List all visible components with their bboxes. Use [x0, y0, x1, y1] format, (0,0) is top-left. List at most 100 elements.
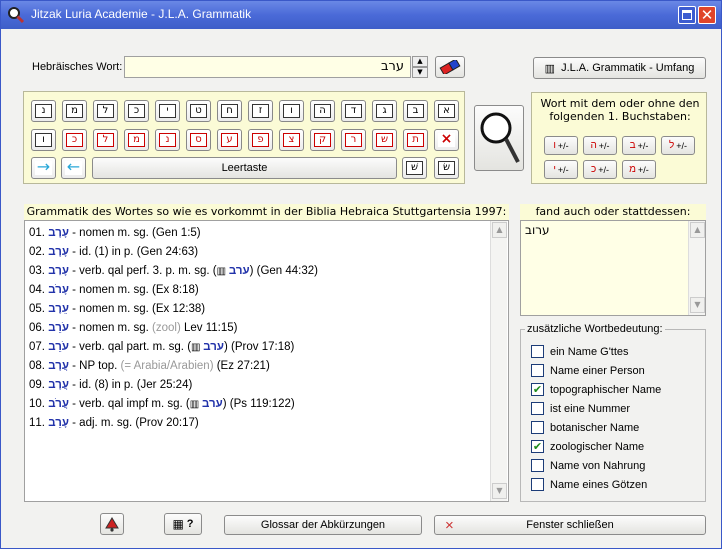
hebrew-word-label: Hebräisches Wort:	[32, 61, 123, 73]
key-letter[interactable]: ח	[217, 100, 242, 122]
result-row[interactable]: 05. עֵרֶב - nomen m. sg. (Ex 12:38)	[29, 300, 479, 319]
key-letter[interactable]: ל	[93, 100, 118, 122]
result-row[interactable]: 11. עָרֵב - adj. m. sg. (Prov 20:17)	[29, 414, 479, 433]
alternatives-box[interactable]: ערוב ▲ ▼	[520, 220, 706, 316]
results-scrollbar[interactable]: ▲ ▼	[490, 221, 507, 501]
key-glyph: ג	[376, 104, 393, 118]
key-letter[interactable]: ג	[372, 100, 397, 122]
key-letter[interactable]: ק	[310, 129, 335, 151]
key-letter[interactable]: פ	[248, 129, 273, 151]
key-glyph: ל	[97, 104, 114, 118]
key-letter[interactable]: ה	[310, 100, 335, 122]
key-letter[interactable]: נ	[155, 129, 180, 151]
grammar-scope-button[interactable]: ▥ J.L.A. Grammatik - Umfang	[533, 57, 706, 79]
key-letter[interactable]: ת	[403, 129, 428, 151]
key-letter[interactable]: ר	[341, 129, 366, 151]
checkbox-box[interactable]	[531, 364, 544, 377]
glossary-button[interactable]: Glossar der Abkürzungen	[224, 515, 422, 535]
key-letter[interactable]: י	[155, 100, 180, 122]
arrow-right-key[interactable]: →	[31, 157, 56, 179]
checkbox-box[interactable]	[531, 402, 544, 415]
result-row[interactable]: 10. עֲרֹב - verb. qal impf m. sg. (▥ ערב…	[29, 395, 479, 414]
checkmark-icon[interactable]: ✔	[531, 440, 544, 453]
result-number: 04.	[29, 284, 49, 296]
scroll-down-icon[interactable]: ▼	[690, 297, 705, 313]
key-letter[interactable]: ד	[341, 100, 366, 122]
hebrew-keyboard: אבגדהוזחטיכלמנ ו כ ל מ נ ס ע פ צ ק ר ש ת × → ← Leerta…	[23, 91, 465, 184]
meaning-checkbox[interactable]: ✔ zoologischer Name	[531, 439, 644, 454]
key-letter[interactable]: כ	[62, 129, 87, 151]
result-row[interactable]: 01. עָרָב - nomen m. sg. (Gen 1:5)	[29, 224, 479, 243]
key-letter[interactable]: ב	[403, 100, 428, 122]
key-shin-right[interactable]: שׂ	[434, 157, 459, 179]
first-letter-toggle[interactable]: י +/-	[544, 160, 578, 179]
clear-word-button[interactable]	[435, 56, 465, 78]
meaning-label: ein Name G'ttes	[550, 345, 629, 358]
meaning-checkbox[interactable]: ist eine Nummer	[531, 401, 630, 416]
key-glyph: ו	[283, 104, 300, 118]
key-letter[interactable]: ס	[186, 129, 211, 151]
spin-up-icon[interactable]: ▲	[412, 56, 428, 67]
key-letter[interactable]: ע	[217, 129, 242, 151]
hebrew-word-input[interactable]: ערב	[124, 56, 411, 78]
alternatives-scrollbar[interactable]: ▲ ▼	[688, 221, 705, 315]
scroll-up-icon[interactable]: ▲	[492, 222, 507, 238]
meaning-checkbox[interactable]: Name von Nahrung	[531, 458, 645, 473]
spin-down-icon[interactable]: ▼	[412, 67, 428, 78]
result-row[interactable]: 08. עֲרָב - NP top. (= Arabia/Arabien) (…	[29, 357, 479, 376]
scroll-down-icon[interactable]: ▼	[492, 483, 507, 499]
result-row[interactable]: 02. עָרָב - id. (1) in p. (Gen 24:63)	[29, 243, 479, 262]
key-letter[interactable]: מ	[62, 100, 87, 122]
meaning-checkbox[interactable]: Name einer Person	[531, 363, 645, 378]
result-row[interactable]: 09. עֲרָב - id. (8) in p. (Jer 25:24)	[29, 376, 479, 395]
close-window-button[interactable]: × Fenster schließen	[434, 515, 706, 535]
search-button[interactable]	[474, 105, 524, 171]
key-letter[interactable]: נ	[31, 100, 56, 122]
first-letter-toggle[interactable]: ב +/-	[622, 136, 656, 155]
key-letter[interactable]: ט	[186, 100, 211, 122]
key-letter[interactable]: כ	[124, 100, 149, 122]
first-letter-toggle[interactable]: ו +/-	[544, 136, 578, 155]
arrow-left-key[interactable]: ←	[61, 157, 86, 179]
checkbox-box[interactable]	[531, 478, 544, 491]
key-letter[interactable]: ז	[248, 100, 273, 122]
word-spinner[interactable]: ▲ ▼	[412, 56, 428, 78]
meaning-checkbox[interactable]: Name eines Götzen	[531, 477, 647, 492]
checkbox-box[interactable]	[531, 421, 544, 434]
first-letter-toggle[interactable]: מ +/-	[622, 160, 656, 179]
first-letter-glyph: ל	[668, 140, 675, 151]
key-letter[interactable]: א	[434, 100, 459, 122]
meaning-checkbox[interactable]: ✔ topographischer Name	[531, 382, 661, 397]
checkmark-icon[interactable]: ✔	[531, 383, 544, 396]
first-letter-toggle[interactable]: ל +/-	[661, 136, 695, 155]
title-bar[interactable]: Jitzak Luria Academie - J.L.A. Grammatik…	[1, 1, 721, 29]
result-row[interactable]: 03. עָרַב - verb. qal perf. 3. p. m. sg.…	[29, 262, 479, 281]
key-letter[interactable]: ו	[31, 129, 56, 151]
key-glyph: י	[159, 104, 176, 118]
key-letter[interactable]: ו	[279, 100, 304, 122]
checkbox-box[interactable]	[531, 459, 544, 472]
delete-key[interactable]: ×	[434, 129, 459, 151]
space-key[interactable]: Leertaste	[92, 157, 397, 179]
scroll-up-icon[interactable]: ▲	[690, 222, 705, 238]
result-row[interactable]: 07. עֹרֵב - verb. qal part. m. sg. (▥ ער…	[29, 338, 479, 357]
result-reference: ) (Prov 17:18)	[224, 341, 295, 353]
help-button[interactable]: ▦ ?	[164, 513, 202, 535]
first-letter-toggle[interactable]: כ +/-	[583, 160, 617, 179]
first-letter-toggle[interactable]: ה +/-	[583, 136, 617, 155]
result-row[interactable]: 04. עָרֹב - nomen m. sg. (Ex 8:18)	[29, 281, 479, 300]
key-letter[interactable]: ש	[372, 129, 397, 151]
bell-button[interactable]	[100, 513, 124, 535]
key-letter[interactable]: צ	[279, 129, 304, 151]
maximize-button[interactable]	[678, 6, 696, 24]
app-window: Jitzak Luria Academie - J.L.A. Grammatik…	[0, 0, 722, 549]
close-window-titlebar-button[interactable]: ✕	[698, 6, 716, 24]
result-row[interactable]: 06. עֹרֵב - nomen m. sg. (zool) Lev 11:1…	[29, 319, 479, 338]
key-shin-left[interactable]: שׁ	[402, 157, 427, 179]
key-letter[interactable]: מ	[124, 129, 149, 151]
meaning-checkbox[interactable]: ein Name G'ttes	[531, 344, 629, 359]
key-glyph: מ	[128, 133, 145, 147]
meaning-checkbox[interactable]: botanischer Name	[531, 420, 639, 435]
key-letter[interactable]: ל	[93, 129, 118, 151]
checkbox-box[interactable]	[531, 345, 544, 358]
